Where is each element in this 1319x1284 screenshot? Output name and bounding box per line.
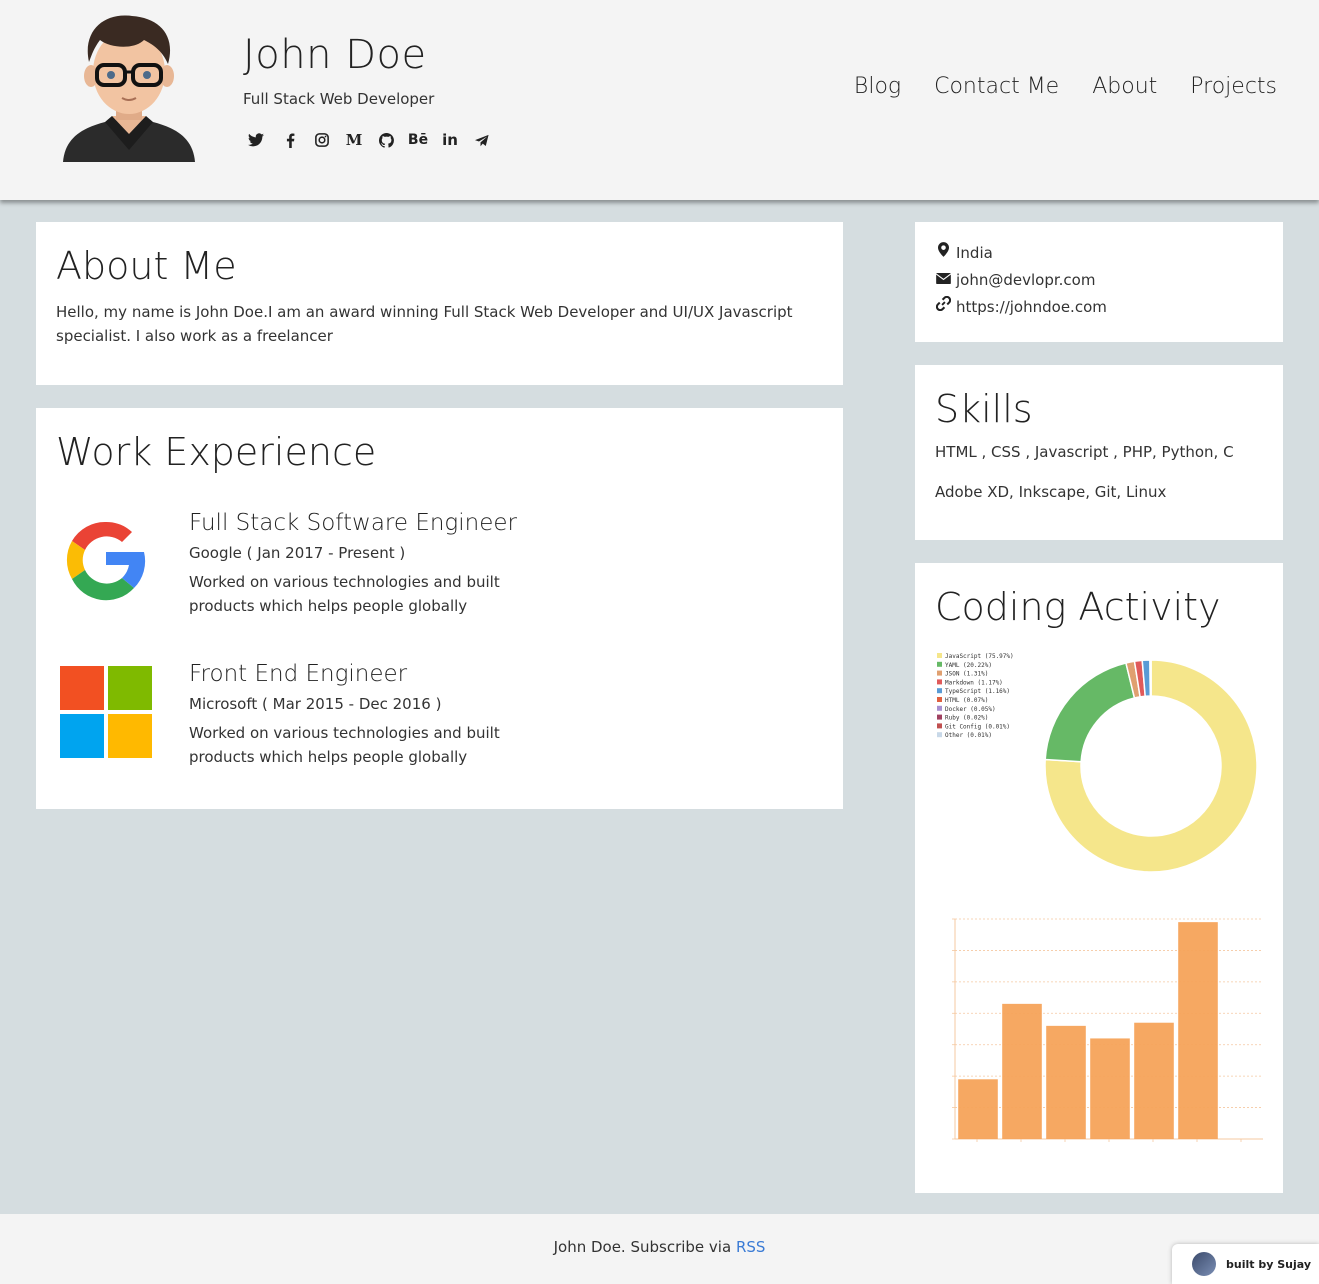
contact-card: India john@devlopr.com https://johndoe.c… (915, 222, 1283, 342)
job-company: Google ( Jan 2017 - Present ) (189, 544, 406, 562)
about-heading: About Me (56, 244, 237, 288)
legend-label: Ruby (0.02%) (945, 715, 988, 722)
legend-swatch (937, 732, 942, 738)
badge-avatar (1192, 1252, 1216, 1276)
legend-swatch (937, 653, 942, 658)
job-item: Full Stack Software Engineer Google ( Ja… (189, 510, 519, 618)
job-description: Worked on various technologies and built… (189, 573, 500, 615)
nav-blog[interactable]: Blog (854, 74, 901, 99)
legend-swatch (937, 679, 942, 685)
legend-label: Markdown (1.17%) (945, 679, 1003, 686)
telegram-icon[interactable] (466, 130, 498, 150)
behance-icon[interactable]: Bē (402, 130, 434, 150)
job-item: Front End Engineer Microsoft ( Mar 2015 … (189, 661, 519, 769)
linkedin-icon[interactable]: in (434, 130, 466, 150)
legend-label: JSON (1.31%) (945, 671, 988, 678)
job-company: Microsoft ( Mar 2015 - Dec 2016 ) (189, 695, 442, 713)
skills-card: Skills HTML , CSS , Javascript , PHP, Py… (915, 365, 1283, 540)
site-footer: John Doe. Subscribe via RSS (0, 1214, 1319, 1284)
legend-label: Git Config (0.01%) (945, 723, 1010, 730)
skills-line-2: Adobe XD, Inkscape, Git, Linux (935, 483, 1167, 501)
bar (1046, 1025, 1086, 1139)
language-donut-chart: JavaScript (75.97%) YAML (20.22%) JSON (1.… (937, 653, 1258, 873)
email-link[interactable]: john@devlopr.com (956, 267, 1095, 294)
weekly-bar-chart (952, 918, 1263, 1142)
coding-activity-card: Coding Activity JavaScript (75.97%) YAML … (915, 563, 1283, 1193)
about-card: About Me Hello, my name is John Doe.I am… (36, 222, 843, 385)
legend-label: Docker (0.05%) (945, 706, 996, 713)
legend-swatch (937, 688, 942, 694)
legend-swatch (937, 714, 942, 720)
legend-label: TypeScript (1.16%) (945, 688, 1010, 695)
work-experience-card: Work Experience Full Stack Software Engi… (36, 408, 843, 809)
bar (1134, 1022, 1174, 1139)
github-icon[interactable] (370, 130, 402, 150)
nav-projects[interactable]: Projects (1190, 74, 1277, 99)
website-row: https://johndoe.com (935, 294, 1263, 321)
location-row: India (935, 240, 1263, 267)
built-by-badge[interactable]: built by Sujay (1172, 1244, 1319, 1284)
skills-heading: Skills (935, 387, 1033, 431)
link-icon (935, 294, 951, 321)
bar (1178, 922, 1218, 1139)
legend-swatch (937, 705, 942, 711)
legend-swatch (937, 723, 942, 729)
legend-label: JavaScript (75.97%) (945, 653, 1014, 660)
job-title: Front End Engineer (189, 661, 408, 687)
badge-label: built by Sujay (1226, 1257, 1311, 1271)
twitter-icon[interactable] (246, 130, 266, 150)
social-links: M Bē in (246, 130, 498, 150)
legend-label: HTML (0.07%) (945, 697, 988, 704)
email-row: john@devlopr.com (935, 267, 1263, 294)
google-logo-icon (66, 521, 146, 601)
rss-link[interactable]: RSS (736, 1238, 765, 1256)
coding-activity-heading: Coding Activity (935, 585, 1221, 629)
website-link[interactable]: https://johndoe.com (956, 294, 1107, 321)
donut-slice (1044, 662, 1136, 763)
footer-text: John Doe. Subscribe via (553, 1238, 736, 1256)
nav-contact-me[interactable]: Contact Me (934, 74, 1059, 99)
work-heading: Work Experience (56, 430, 377, 474)
site-title[interactable]: John Doe (243, 32, 427, 78)
job-title: Full Stack Software Engineer (189, 510, 517, 536)
about-text: Hello, my name is John Doe.I am an award… (56, 303, 793, 345)
legend-swatch (937, 697, 942, 702)
tagline: Full Stack Web Developer (243, 90, 435, 108)
legend-swatch (937, 670, 942, 676)
location-text: India (956, 244, 993, 262)
legend-label: YAML (20.22%) (945, 662, 992, 669)
nav-about[interactable]: About (1092, 74, 1157, 99)
instagram-icon[interactable] (306, 130, 338, 150)
legend-swatch (937, 661, 942, 667)
bar (958, 1079, 998, 1139)
main-nav: Blog Contact Me About Projects (854, 74, 1277, 99)
bar (1002, 1003, 1042, 1139)
facebook-icon[interactable] (274, 130, 306, 150)
job-description: Worked on various technologies and built… (189, 724, 500, 766)
avatar (63, 15, 195, 162)
map-marker-icon (935, 240, 951, 267)
site-header: John Doe Full Stack Web Developer M Bē i… (0, 0, 1319, 200)
envelope-icon (935, 267, 951, 294)
medium-icon[interactable]: M (338, 130, 370, 150)
skills-line-1: HTML , CSS , Javascript , PHP, Python, C (935, 443, 1234, 461)
microsoft-logo-icon (60, 666, 152, 758)
bar (1090, 1038, 1130, 1139)
legend-label: Other (0.01%) (945, 732, 992, 739)
